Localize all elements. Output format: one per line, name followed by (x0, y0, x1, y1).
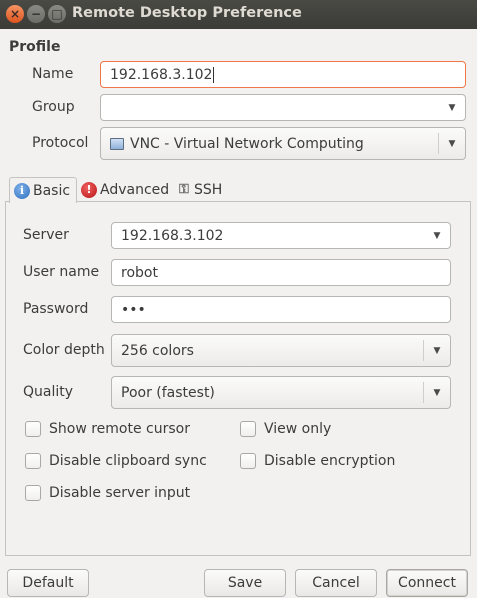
key-icon: ⚿ (179, 182, 189, 197)
maximize-icon[interactable]: □ (48, 5, 66, 23)
protocol-combo[interactable]: VNC - Virtual Network Computing ▼ (100, 127, 466, 160)
connect-button[interactable]: Connect (386, 569, 468, 597)
checkbox-disable-clipboard-sync[interactable]: Disable clipboard sync (25, 453, 207, 469)
chevron-down-icon[interactable]: ▼ (424, 377, 450, 408)
name-field-value: 192.168.3.102 (110, 66, 213, 83)
text-caret (213, 66, 215, 83)
username-field-value: robot (121, 264, 158, 281)
vnc-plugin-icon (110, 137, 124, 150)
username-field[interactable]: robot (111, 259, 451, 286)
checkbox-disable-encryption[interactable]: Disable encryption (240, 453, 395, 469)
server-combo[interactable]: 192.168.3.102 ▼ (111, 222, 451, 249)
password-label: Password (23, 301, 89, 317)
quality-label: Quality (23, 384, 74, 400)
chevron-down-icon[interactable]: ▼ (439, 95, 465, 120)
chevron-down-icon[interactable]: ▼ (439, 128, 465, 159)
protocol-label: Protocol (32, 135, 89, 151)
colordepth-label: Color depth (23, 342, 105, 358)
chevron-down-icon[interactable]: ▼ (424, 335, 450, 366)
warning-icon: ! (81, 181, 97, 198)
tab-basic[interactable]: i Basic (9, 177, 78, 203)
close-icon[interactable]: × (6, 5, 24, 23)
checkbox-label: Disable encryption (264, 453, 396, 469)
name-label: Name (32, 66, 74, 82)
quality-combo-value: Poor (fastest) (121, 384, 215, 401)
checkbox-box[interactable] (240, 453, 256, 469)
colordepth-combo-value: 256 colors (121, 342, 194, 359)
tab-advanced-label: Advanced (100, 181, 170, 198)
checkbox-show-remote-cursor[interactable]: Show remote cursor (25, 421, 190, 437)
tab-ssh[interactable]: ⚿ SSH (173, 177, 228, 202)
colordepth-combo[interactable]: 256 colors ▼ (111, 334, 451, 367)
title-bar: × − □ Remote Desktop Preference (0, 0, 477, 29)
checkbox-label: Show remote cursor (49, 421, 190, 437)
checkbox-view-only[interactable]: View only (240, 421, 331, 437)
checkbox-box[interactable] (25, 485, 41, 501)
group-label: Group (32, 99, 75, 115)
username-label: User name (23, 264, 100, 280)
group-combo[interactable]: ▼ (100, 94, 466, 121)
tab-basic-label: Basic (33, 182, 71, 199)
info-icon: i (14, 182, 30, 199)
minimize-icon[interactable]: − (27, 5, 45, 23)
chevron-down-icon[interactable]: ▼ (424, 223, 450, 248)
password-field[interactable]: ••• (111, 296, 451, 323)
server-combo-value: 192.168.3.102 (121, 227, 224, 244)
default-button[interactable]: Default (7, 569, 89, 597)
profile-section-title: Profile (9, 39, 61, 55)
checkbox-label: Disable clipboard sync (49, 453, 207, 469)
checkbox-label: Disable server input (49, 485, 191, 501)
password-field-value: ••• (121, 301, 146, 318)
server-label: Server (23, 227, 69, 243)
window-title: Remote Desktop Preference (72, 5, 302, 21)
checkbox-box[interactable] (25, 453, 41, 469)
save-button[interactable]: Save (204, 569, 286, 597)
checkbox-disable-server-input[interactable]: Disable server input (25, 485, 190, 501)
checkbox-box[interactable] (240, 421, 256, 437)
tab-advanced[interactable]: ! Advanced (77, 177, 175, 202)
protocol-combo-value: VNC - Virtual Network Computing (130, 135, 364, 152)
cancel-button[interactable]: Cancel (295, 569, 377, 597)
checkbox-box[interactable] (25, 421, 41, 437)
name-field[interactable]: 192.168.3.102 (100, 61, 466, 88)
quality-combo[interactable]: Poor (fastest) ▼ (111, 376, 451, 409)
checkbox-label: View only (264, 421, 332, 437)
tab-ssh-label: SSH (194, 181, 223, 198)
